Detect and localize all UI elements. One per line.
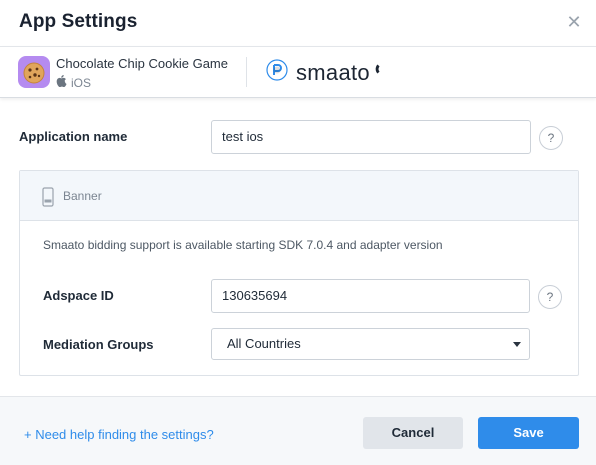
help-settings-link[interactable]: + Need help finding the settings? <box>24 427 214 442</box>
apple-icon <box>56 75 67 90</box>
app-platform: iOS <box>56 75 91 90</box>
adspace-id-label: Adspace ID <box>43 288 114 303</box>
network-name: smaato <box>296 59 370 85</box>
dialog-footer: + Need help finding the settings? Cancel… <box>0 396 596 465</box>
platform-label: iOS <box>71 75 92 90</box>
ad-unit-panel-header: Banner <box>20 171 578 221</box>
dialog-title: App Settings <box>19 11 138 32</box>
ad-unit-panel: Banner Smaato bidding support is availab… <box>19 170 579 376</box>
chevron-down-icon <box>513 342 521 347</box>
app-name: Chocolate Chip Cookie Game <box>56 56 228 71</box>
ad-format-label: Banner <box>63 189 102 203</box>
application-name-label: Application name <box>19 129 128 144</box>
smaato-logo-icon <box>266 59 288 86</box>
cancel-button[interactable]: Cancel <box>363 417 463 449</box>
cookie-app-icon <box>18 56 50 88</box>
mediation-groups-label: Mediation Groups <box>43 337 154 352</box>
adspace-id-input[interactable]: 130635694 <box>211 279 530 313</box>
network-badge: smaato <box>266 59 386 86</box>
app-summary-bar: Chocolate Chip Cookie Game iOS smaato <box>0 46 596 98</box>
close-icon[interactable]: ✕ <box>564 12 584 32</box>
signal-icon <box>375 63 386 82</box>
save-button[interactable]: Save <box>478 417 579 449</box>
mediation-groups-select[interactable]: All Countries <box>211 328 530 360</box>
mediation-groups-value: All Countries <box>227 336 301 351</box>
phone-banner-icon <box>42 187 54 212</box>
application-name-help-icon[interactable]: ? <box>539 126 563 150</box>
dialog-header: App Settings ✕ <box>0 0 596 44</box>
sdk-support-note: Smaato bidding support is available star… <box>43 238 443 252</box>
application-name-input[interactable]: test ios <box>211 120 531 154</box>
adspace-id-help-icon[interactable]: ? <box>538 285 562 309</box>
vertical-divider <box>246 57 247 87</box>
